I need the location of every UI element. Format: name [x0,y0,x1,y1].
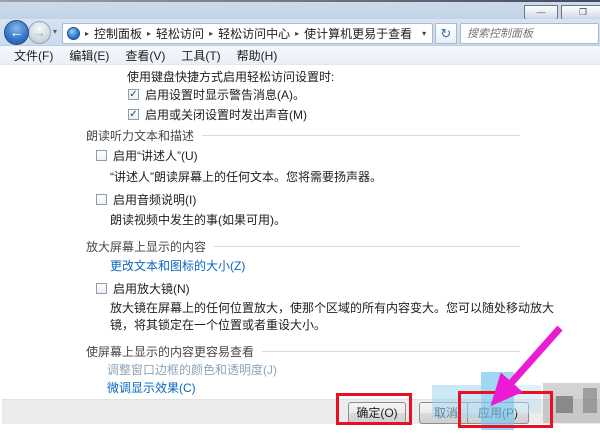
ease-of-access-icon [67,27,80,40]
checkbox-turn-on-narrator[interactable]: 启用“讲述人”(U) [96,147,198,164]
breadcrumb-current-page[interactable]: 使计算机更易于查看 [301,25,415,42]
checkbox-turn-on-magnifier[interactable]: 启用放大镜(N) [96,280,190,297]
search-input[interactable] [461,24,598,43]
change-text-icon-size-link[interactable]: 更改文本和图标的大小(Z) [110,257,245,274]
audio-description-description: 朗读视频中发生的事(如果可用)。 [110,211,286,228]
section-title: 放大屏幕上显示的内容 [86,238,206,255]
checkbox-sound-on-toggle[interactable]: ✓ 启用或关闭设置时发出声音(M) [128,106,307,123]
keyboard-shortcut-intro-label: 使用键盘快捷方式启用轻松访问设置时: [127,68,334,85]
section-divider [202,135,520,136]
checkbox-label: 启用“讲述人”(U) [113,147,198,164]
checkbox-label: 启用或关闭设置时发出声音(M) [145,106,307,123]
checkbox-label: 启用音频说明(I) [113,191,196,208]
checkbox-checked-icon: ✓ [128,89,139,100]
breadcrumb-control-panel[interactable]: 控制面板 [91,25,145,42]
section-title: 使屏幕上显示的内容更容易查看 [86,343,254,360]
maximize-button[interactable]: ❐ [561,5,600,20]
annotation-highlight-apply [458,391,553,428]
adjust-window-border-link[interactable]: 调整窗口边框的颜色和透明度(J) [107,361,277,378]
breadcrumb-separator-icon: ▸ [83,29,91,38]
checkbox-unchecked-icon [96,150,107,161]
ease-of-access-window: — ❐ ← → ▾ ▸ 控制面板 ▸ 轻松访问 ▸ 轻松访问中心 ▸ 使计算机更… [0,0,600,434]
menu-file[interactable]: 文件(F) [6,46,61,65]
menu-tools[interactable]: 工具(T) [173,46,228,65]
address-dropdown-icon[interactable]: ▾ [415,29,433,38]
recent-pages-dropdown-icon[interactable]: ▾ [53,27,57,36]
checkbox-label: 启用设置时显示警告消息(A)。 [145,86,305,103]
section-divider [262,351,520,352]
checkbox-label: 启用放大镜(N) [113,280,190,297]
address-bar[interactable]: ▸ 控制面板 ▸ 轻松访问 ▸ 轻松访问中心 ▸ 使计算机更易于查看 ▾ [62,23,433,44]
section-title: 朗读听力文本和描述 [86,127,194,144]
watermark-block [556,396,573,413]
fine-tune-display-effects-link[interactable]: 微调显示效果(C) [107,379,196,396]
checkbox-checked-icon: ✓ [128,109,139,120]
menu-help[interactable]: 帮助(H) [229,46,286,65]
back-button[interactable]: ← [4,20,29,45]
section-hear-text-read-aloud: 朗读听力文本和描述 [86,127,520,144]
forward-button[interactable]: → [28,21,51,44]
breadcrumb-ease-of-access[interactable]: 轻松访问 [153,25,207,42]
watermark-block [583,388,597,413]
section-magnify-screen: 放大屏幕上显示的内容 [86,238,520,255]
checkbox-turn-on-audio-description[interactable]: 启用音频说明(I) [96,191,196,208]
section-make-things-easier-to-see: 使屏幕上显示的内容更容易查看 [86,343,520,360]
annotation-arrow [0,0,600,434]
checkbox-warning-message[interactable]: ✓ 启用设置时显示警告消息(A)。 [128,86,305,103]
narrator-description: “讲述人”朗读屏幕上的任何文本。您将需要扬声器。 [110,168,382,185]
menu-edit[interactable]: 编辑(E) [61,46,117,65]
checkbox-unchecked-icon [96,283,107,294]
magnifier-description: 放大镜在屏幕上的任何位置放大，使那个区域的所有内容变大。您可以随处移动放大镜，将… [110,300,575,334]
breadcrumb-separator-icon: ▸ [145,29,153,38]
title-bar[interactable]: — ❐ [0,2,600,19]
annotation-highlight-ok [336,393,412,425]
minimize-button[interactable]: — [524,5,558,20]
refresh-button[interactable]: ↻ [435,23,457,44]
breadcrumb-ease-of-access-center[interactable]: 轻松访问中心 [215,25,293,42]
menu-bar: 文件(F) 编辑(E) 查看(V) 工具(T) 帮助(H) [0,46,600,65]
menu-view[interactable]: 查看(V) [117,46,173,65]
search-box[interactable] [460,23,599,44]
section-divider [214,246,520,247]
checkbox-unchecked-icon [96,194,107,205]
breadcrumb-separator-icon: ▸ [293,29,301,38]
breadcrumb-separator-icon: ▸ [207,29,215,38]
